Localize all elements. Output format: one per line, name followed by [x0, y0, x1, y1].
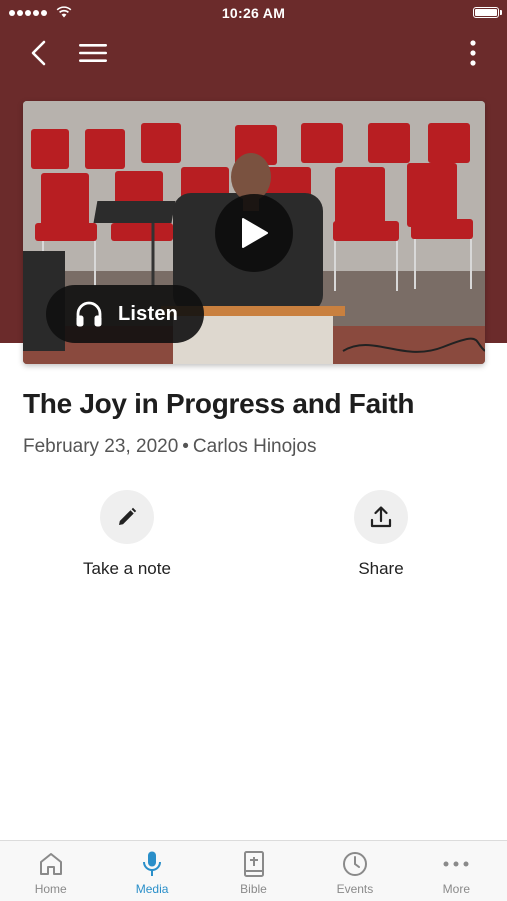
home-icon: [39, 853, 62, 875]
tab-bible[interactable]: Bible: [203, 841, 304, 901]
share-button[interactable]: Share: [296, 490, 466, 579]
tab-events-label: Events: [336, 882, 374, 896]
take-note-circle: [100, 490, 154, 544]
tab-media[interactable]: Media: [101, 841, 202, 901]
tab-more[interactable]: More: [406, 841, 507, 901]
bible-icon: [243, 851, 264, 877]
battery-icon: [473, 7, 502, 18]
play-icon: [242, 218, 268, 248]
sermon-title: The Joy in Progress and Faith: [23, 388, 415, 419]
meta-separator: •: [182, 436, 189, 457]
clock-icon: [342, 852, 367, 876]
back-icon: [31, 40, 46, 66]
tab-more-label: More: [442, 882, 470, 896]
share-label: Share: [358, 559, 404, 578]
top-navigation: [0, 28, 507, 78]
tab-home[interactable]: Home: [0, 841, 101, 901]
more-horizontal-icon: [443, 861, 469, 867]
listen-label: Listen: [118, 302, 179, 325]
back-button[interactable]: [22, 36, 56, 70]
more-options-button[interactable]: [461, 36, 485, 70]
status-time: 10:26 AM: [221, 5, 286, 21]
share-icon: [370, 506, 392, 528]
take-note-button[interactable]: Take a note: [42, 490, 212, 579]
tab-bible-label: Bible: [240, 882, 267, 896]
sermon-date: February 23, 2020: [23, 436, 179, 457]
share-circle: [354, 490, 408, 544]
microphone-icon: [143, 851, 162, 876]
sermon-speaker: Carlos Hinojos: [192, 436, 317, 457]
tab-media-label: Media: [135, 882, 169, 896]
tab-home-label: Home: [34, 882, 67, 896]
status-bar: 10:26 AM: [0, 0, 507, 28]
more-vertical-icon: [470, 40, 476, 66]
menu-button[interactable]: [74, 36, 112, 70]
play-button[interactable]: [215, 194, 293, 272]
video-player[interactable]: Listen: [23, 101, 485, 364]
bottom-tab-bar: Home Media Bible Events More: [0, 840, 507, 901]
headphones-icon: [76, 301, 102, 327]
take-note-label: Take a note: [83, 559, 171, 578]
sermon-meta: February 23, 2020 • Carlos Hinojos: [23, 436, 493, 458]
pencil-icon: [119, 507, 137, 525]
hamburger-menu-icon: [79, 44, 107, 62]
tab-events[interactable]: Events: [304, 841, 405, 901]
listen-button[interactable]: Listen: [46, 285, 204, 343]
